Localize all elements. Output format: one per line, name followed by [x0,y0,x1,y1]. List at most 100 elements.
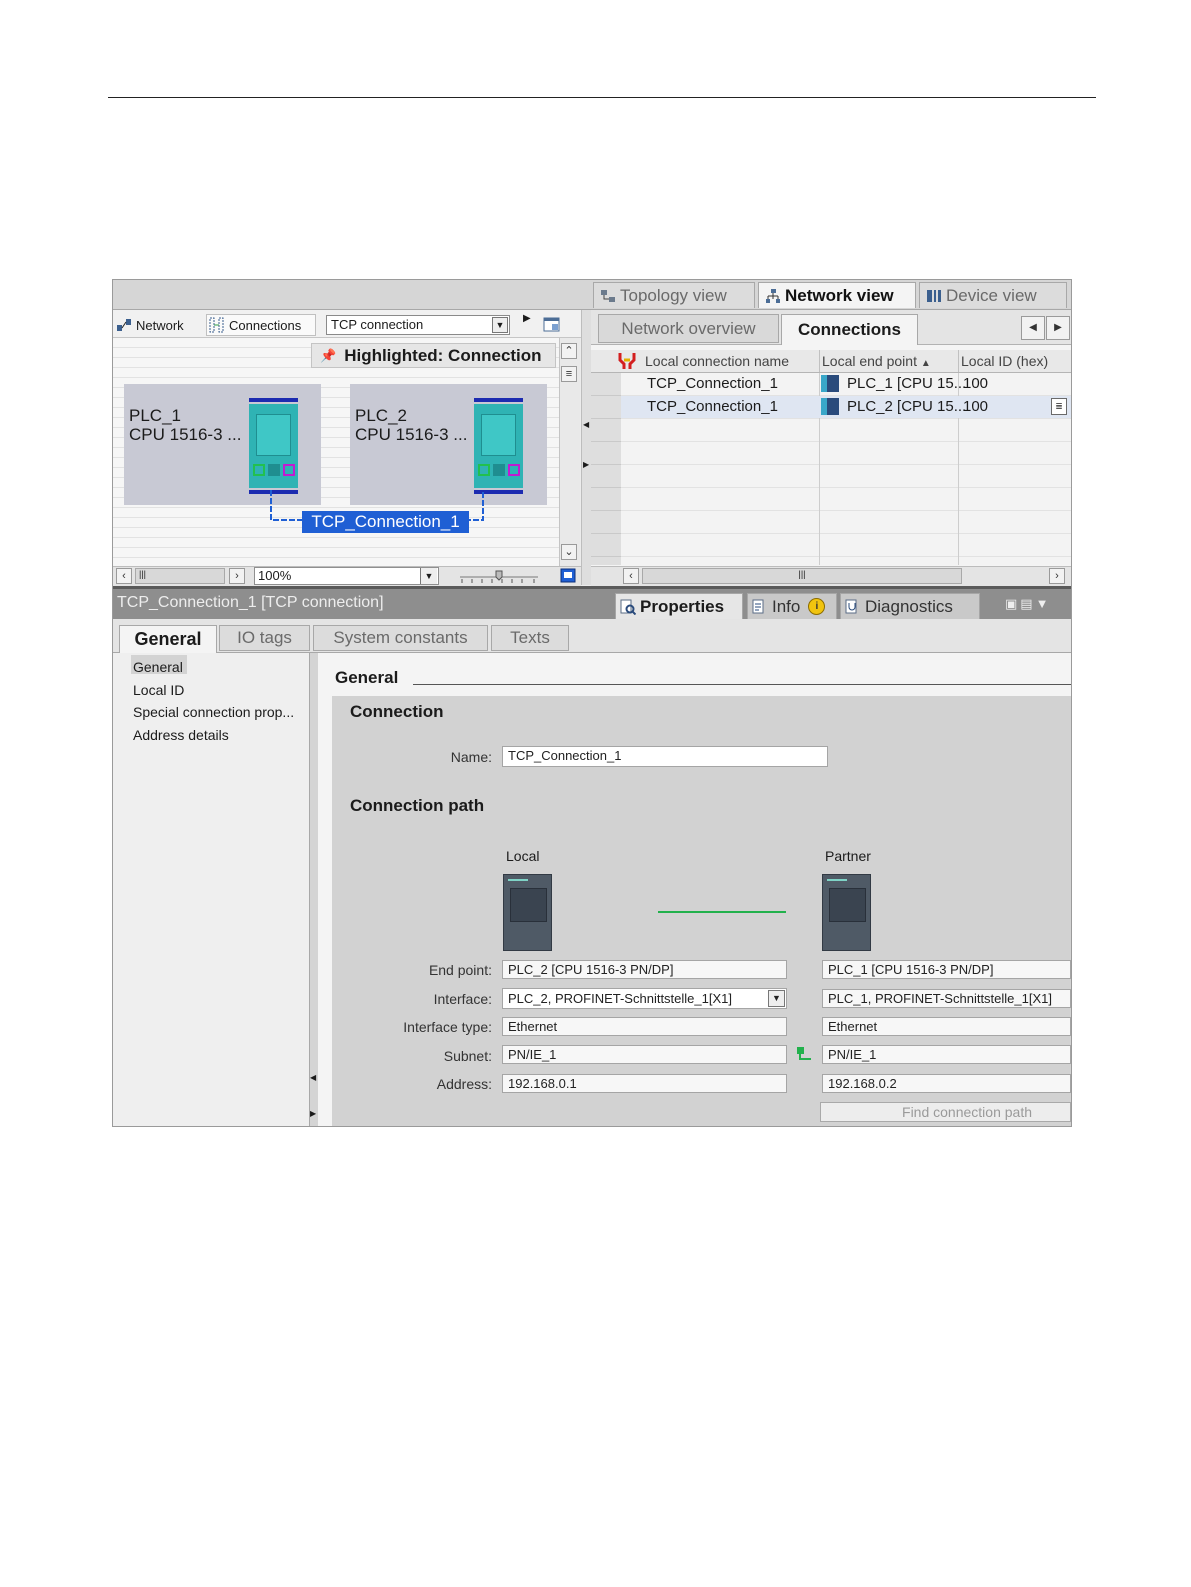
local-endpoint-field[interactable]: PLC_2 [CPU 1516-3 PN/DP] [502,960,787,979]
tia-portal-window: Topology view Network view Device view N… [112,279,1072,1127]
device-icon [927,289,941,302]
horizontal-scroll-thumb[interactable]: ||| [135,568,225,584]
plc-2-cpu-module [474,404,523,488]
connections-icon [209,317,224,333]
address-label: Address: [436,1076,492,1092]
plc-icon [821,398,839,415]
collapse-left-icon[interactable]: ◀ [310,1073,316,1082]
table-body: TCP_Connection_1 PLC_1 [CPU 15... 100 TC… [591,373,1071,565]
nav-item-local-id[interactable]: Local ID [133,679,294,702]
list-picker-icon[interactable]: ≣ [1051,398,1067,415]
section-connection-path-heading: Connection path [350,796,485,815]
partner-endpoint-field[interactable]: PLC_1 [CPU 1516-3 PN/DP] [822,960,1071,979]
connection-label[interactable]: TCP_Connection_1 [302,511,469,533]
partner-address-field[interactable]: 192.168.0.2 [822,1074,1071,1093]
page-header-rule [108,97,1096,98]
properties-icon [620,599,636,615]
row-selector-column [591,373,621,565]
tab-topology-view[interactable]: Topology view [593,282,755,308]
column-local-connection-name[interactable]: Local connection name [645,353,789,369]
plc-icon [821,375,839,392]
plc-1-cpu: CPU 1516-3 ... [129,425,242,444]
triangle-right-icon[interactable]: ▶ [523,313,531,324]
chevron-right-icon[interactable]: › [229,568,245,584]
partner-label: Partner [825,848,871,864]
section-rule [413,684,1071,685]
nav-item-general[interactable]: General [133,656,294,679]
plc-1-name: PLC_1 [129,406,181,425]
endpoint-label: End point: [428,962,492,978]
topology-icon [601,289,615,302]
local-interface-select[interactable]: PLC_2, PROFINET-Schnittstelle_1[X1] ▼ [502,988,787,1009]
partner-subnet-field[interactable]: PN/IE_1 [822,1045,1071,1064]
tab-io-tags[interactable]: IO tags [219,625,310,651]
local-interface-type-field[interactable]: Ethernet [502,1017,787,1036]
partner-interface-field[interactable]: PLC_1, PROFINET-Schnittstelle_1[X1] [822,989,1071,1008]
port-icon [508,464,520,476]
interface-type-label: Interface type: [403,1019,492,1035]
tab-diagnostics[interactable]: Diagnostics [840,593,980,619]
nav-list: General Local ID Special connection prop… [133,656,294,746]
chevron-down-icon[interactable]: ▼ [420,568,437,584]
name-input[interactable]: TCP_Connection_1 [502,746,828,767]
chevron-down-icon[interactable]: ⌄ [561,544,577,560]
overview-navigator-icon[interactable] [560,568,576,583]
network-tool-button[interactable]: Network [116,317,184,333]
bus-bar-top [474,398,523,402]
section-general-heading: General [335,668,399,687]
table-header: Local connection name Local end point ▲ … [591,350,1071,373]
plc-1-device[interactable]: PLC_1 CPU 1516-3 ... [124,384,321,505]
tab-texts[interactable]: Texts [491,625,569,651]
section-connection-heading: Connection [350,702,444,721]
tab-connections[interactable]: Connections [781,314,918,345]
table-row[interactable]: TCP_Connection_1 PLC_2 [CPU 15... 100 ≣ [621,396,1071,418]
port-icon [253,464,265,476]
scroll-thumb-icon[interactable]: ≡ [561,366,577,382]
collapse-right-icon[interactable]: ▶ [310,1109,316,1118]
sort-ascending-icon: ▲ [920,358,931,369]
window-layout-icon[interactable] [543,317,561,333]
local-plc-image [503,874,552,951]
partner-interface-type-field[interactable]: Ethernet [822,1017,1071,1036]
zoom-select[interactable]: 100% ▼ [254,567,439,585]
tab-network-view[interactable]: Network view [758,282,916,308]
chevron-down-icon[interactable]: ▼ [492,317,508,333]
tab-device-view[interactable]: Device view [919,282,1067,308]
connection-path-line [658,911,786,913]
column-local-id-hex[interactable]: Local ID (hex) [961,353,1048,369]
tab-network-overview[interactable]: Network overview [598,314,779,343]
tab-general[interactable]: General [119,625,217,653]
chevron-left-icon[interactable]: ‹ [116,568,132,584]
find-connection-path-button[interactable]: Find connection path [820,1102,1071,1122]
plc-2-device[interactable]: PLC_2 CPU 1516-3 ... [350,384,547,505]
chevron-right-icon[interactable]: › [1049,568,1065,584]
network-tool-icon [117,319,131,331]
connection-type-select[interactable]: TCP connection ▼ [326,315,510,335]
pin-icon[interactable]: 📌 [320,348,336,364]
window-controls-icon[interactable]: ▣▤▼ [1005,596,1051,612]
plc-2-cpu: CPU 1516-3 ... [355,425,468,444]
local-address-field[interactable]: 192.168.0.1 [502,1074,787,1093]
tab-scroll-left-icon[interactable]: ◀ [1021,316,1045,340]
bus-bar-top [249,398,298,402]
collapse-left-icon[interactable]: ◀ [583,420,589,429]
local-subnet-field[interactable]: PN/IE_1 [502,1045,787,1064]
port-icon [283,464,295,476]
zoom-slider[interactable] [458,569,540,585]
highlighted-connection-banner: 📌 Highlighted: Connection [311,343,556,368]
tab-properties[interactable]: Properties [615,593,743,619]
nav-item-special-connection[interactable]: Special connection prop... [133,701,294,724]
chevron-left-icon[interactable]: ‹ [623,568,639,584]
horizontal-scroll-thumb[interactable]: ||| [642,568,962,584]
chevron-up-icon[interactable]: ⌃ [561,343,577,359]
tab-system-constants[interactable]: System constants [313,625,488,651]
chevron-down-icon[interactable]: ▼ [768,990,785,1007]
table-row[interactable]: TCP_Connection_1 PLC_1 [CPU 15... 100 [621,373,1071,395]
column-local-end-point[interactable]: Local end point ▲ [822,353,931,369]
nav-item-address-details[interactable]: Address details [133,724,294,747]
info-icon [752,599,764,613]
collapse-right-icon[interactable]: ▶ [583,460,589,469]
connections-tool-button[interactable]: Connections [206,314,316,336]
tab-info[interactable]: Info i [747,593,837,619]
tab-scroll-right-icon[interactable]: ▶ [1046,316,1070,340]
